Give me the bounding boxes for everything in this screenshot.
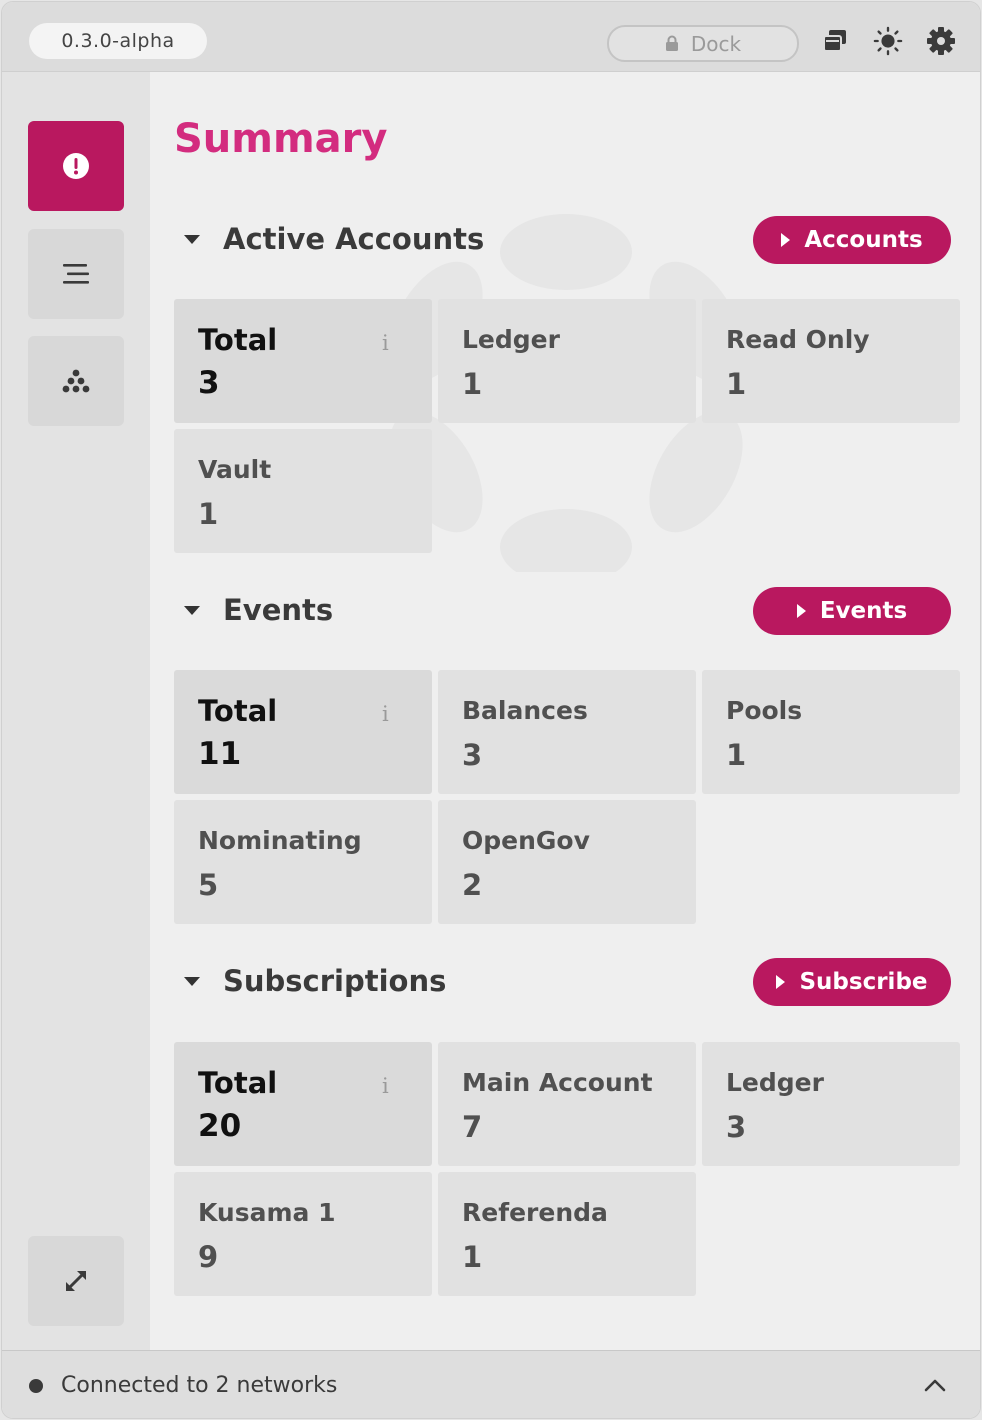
- card-label: Read Only: [726, 325, 870, 354]
- section-subscriptions: Subscriptions Subscribe: [174, 958, 958, 1006]
- sidebar: [2, 72, 150, 1350]
- card-label: Total: [198, 323, 278, 357]
- card-value: 1: [462, 367, 483, 401]
- stack-icon: [62, 369, 90, 393]
- stat-card-total: Total 3 i: [174, 299, 432, 423]
- accounts-button-label: Accounts: [804, 227, 923, 253]
- connection-status: Connected to 2 networks: [61, 1373, 338, 1398]
- card-value: 11: [198, 736, 242, 772]
- section-events: Events Events: [174, 587, 958, 635]
- subscribe-button[interactable]: Subscribe: [753, 958, 951, 1006]
- card-value: 9: [198, 1240, 219, 1274]
- card-value: 3: [198, 365, 220, 401]
- copy-windows-icon[interactable]: [820, 26, 850, 56]
- expand-button[interactable]: [28, 1236, 124, 1326]
- card-label: Ledger: [462, 325, 560, 354]
- collapse-caret-icon[interactable]: [184, 235, 200, 244]
- info-icon[interactable]: i: [382, 1074, 389, 1098]
- page-title: Summary: [174, 116, 388, 162]
- card-label: Total: [198, 694, 278, 728]
- stat-card: Nominating 5: [174, 800, 432, 924]
- stat-card-total: Total 20 i: [174, 1042, 432, 1166]
- header: 0.3.0-alpha Dock: [2, 2, 980, 72]
- sidebar-item-subscriptions[interactable]: [28, 336, 124, 426]
- stat-card: Read Only 1: [702, 299, 960, 423]
- stat-card: Referenda 1: [438, 1172, 696, 1296]
- card-label: Kusama 1: [198, 1198, 336, 1227]
- status-dot-icon: [29, 1379, 43, 1393]
- stat-card: Vault 1: [174, 429, 432, 553]
- stat-card: Ledger 3: [702, 1042, 960, 1166]
- subscribe-button-label: Subscribe: [799, 969, 928, 995]
- collapse-caret-icon[interactable]: [184, 977, 200, 986]
- dock-label: Dock: [690, 31, 742, 56]
- section-active-accounts: Active Accounts Accounts: [174, 216, 958, 264]
- section-title[interactable]: Events: [223, 593, 333, 627]
- status-bar: Connected to 2 networks: [2, 1350, 980, 1418]
- lock-icon: [665, 32, 679, 56]
- sidebar-item-events[interactable]: [28, 229, 124, 319]
- chevron-up-icon[interactable]: [922, 1375, 948, 1395]
- card-value: 1: [726, 367, 747, 401]
- info-icon[interactable]: i: [382, 331, 389, 355]
- stat-card: Pools 1: [702, 670, 960, 794]
- card-label: Nominating: [198, 826, 362, 855]
- info-icon[interactable]: i: [382, 702, 389, 726]
- stat-card: Kusama 1 9: [174, 1172, 432, 1296]
- section-title[interactable]: Active Accounts: [223, 222, 484, 256]
- gear-icon[interactable]: [926, 26, 956, 56]
- alert-circle-icon: [63, 153, 89, 179]
- stat-card: Main Account 7: [438, 1042, 696, 1166]
- section-title[interactable]: Subscriptions: [223, 964, 446, 998]
- stat-card: Balances 3: [438, 670, 696, 794]
- card-value: 5: [198, 868, 219, 902]
- play-icon: [796, 604, 806, 618]
- card-value: 1: [462, 1240, 483, 1274]
- card-label: Total: [198, 1066, 278, 1100]
- lines-icon: [63, 264, 89, 284]
- stat-card-total: Total 11 i: [174, 670, 432, 794]
- card-label: Ledger: [726, 1068, 824, 1097]
- events-button-label: Events: [819, 598, 908, 624]
- events-button[interactable]: Events: [753, 587, 951, 635]
- card-label: Pools: [726, 696, 803, 725]
- card-value: 7: [462, 1110, 483, 1144]
- card-label: Main Account: [462, 1068, 653, 1097]
- dock-button[interactable]: Dock: [607, 25, 799, 62]
- stat-card: OpenGov 2: [438, 800, 696, 924]
- card-value: 3: [726, 1110, 747, 1144]
- card-value: 2: [462, 868, 483, 902]
- app-window: 0.3.0-alpha Dock Summary Active Accounts…: [1, 1, 981, 1419]
- version-badge: 0.3.0-alpha: [29, 23, 207, 59]
- card-value: 20: [198, 1108, 242, 1144]
- collapse-caret-icon[interactable]: [184, 606, 200, 615]
- card-value: 1: [198, 497, 219, 531]
- stat-card: Ledger 1: [438, 299, 696, 423]
- sidebar-item-summary[interactable]: [28, 121, 124, 211]
- card-label: OpenGov: [462, 826, 590, 855]
- card-value: 1: [726, 738, 747, 772]
- play-icon: [776, 975, 786, 989]
- play-icon: [781, 233, 791, 247]
- card-value: 3: [462, 738, 483, 772]
- main-content: Summary Active Accounts Accounts Total 3…: [150, 72, 980, 1350]
- sun-icon[interactable]: [873, 26, 903, 56]
- card-label: Referenda: [462, 1198, 608, 1227]
- expand-arrows-icon: [66, 1271, 86, 1291]
- accounts-button[interactable]: Accounts: [753, 216, 951, 264]
- card-label: Balances: [462, 696, 588, 725]
- card-label: Vault: [198, 455, 272, 484]
